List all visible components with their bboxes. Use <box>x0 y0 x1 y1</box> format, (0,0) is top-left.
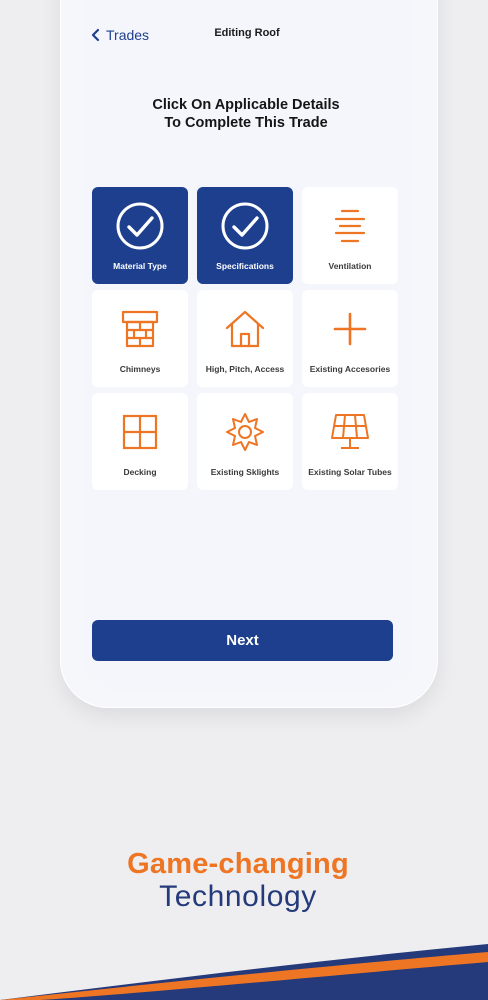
tile-label: Chimneys <box>119 364 161 374</box>
tile-label: Material Type <box>113 261 167 271</box>
tile-chimneys[interactable]: Chimneys <box>92 290 188 387</box>
plus-icon <box>324 303 376 355</box>
tile-label: Existing Sklights <box>210 467 280 477</box>
tile-specifications[interactable]: Specifications <box>197 187 293 284</box>
tile-existing-sklights[interactable]: Existing Sklights <box>197 393 293 490</box>
vent-lines-icon <box>324 200 376 252</box>
next-button[interactable]: Next <box>92 620 393 661</box>
trade-details-grid: Material Type Specifications Ventilation… <box>92 187 398 490</box>
tile-ventilation[interactable]: Ventilation <box>302 187 398 284</box>
solar-panel-icon <box>324 406 376 458</box>
tile-decking[interactable]: Decking <box>92 393 188 490</box>
tagline-headline: Game-changing <box>127 848 349 880</box>
chimney-icon <box>114 303 166 355</box>
brand-swoosh <box>0 944 488 1000</box>
grid-window-icon <box>114 406 166 458</box>
tile-label: High, Pitch, Access <box>205 364 285 374</box>
sun-icon <box>219 406 271 458</box>
tile-label: Ventilation <box>328 261 372 271</box>
back-label: Trades <box>106 27 150 43</box>
tile-label: Specifications <box>216 261 274 271</box>
tile-high-pitch-access[interactable]: High, Pitch, Access <box>197 290 293 387</box>
tile-material-type[interactable]: Material Type <box>92 187 188 284</box>
tile-label: Existing Accesories <box>309 364 391 374</box>
chevron-left-icon <box>91 28 100 42</box>
tile-label: Existing Solar Tubes <box>308 467 392 477</box>
check-circle-icon <box>219 200 271 252</box>
instruction-heading: Click On Applicable Details To Complete … <box>152 97 340 131</box>
tile-existing-accesories[interactable]: Existing Accesories <box>302 290 398 387</box>
tile-label: Decking <box>123 467 157 477</box>
house-icon <box>219 303 271 355</box>
tile-existing-solar-tubes[interactable]: Existing Solar Tubes <box>302 393 398 490</box>
back-button[interactable]: Trades <box>90 25 149 45</box>
check-circle-icon <box>114 200 166 252</box>
page-title: Editing Roof <box>214 27 280 39</box>
tagline-subtitle: Technology <box>159 880 317 913</box>
